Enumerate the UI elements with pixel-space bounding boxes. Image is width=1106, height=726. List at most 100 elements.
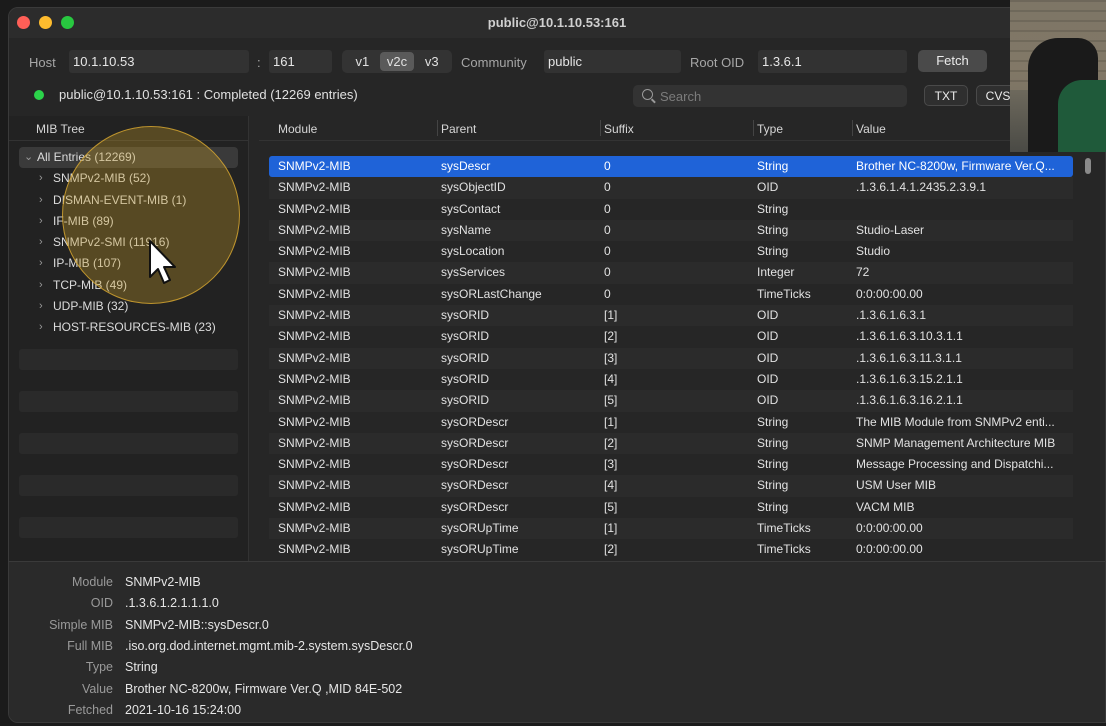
table-row[interactable]: SNMPv2-MIB sysORUpTime [1] TimeTicks 0:0:00:… [269,518,1073,540]
table-row[interactable]: SNMPv2-MIB sysServices 0 Integer 72 [269,262,1073,284]
column-value[interactable]: Value [856,122,886,136]
cell-parent: sysORDescr [441,478,509,493]
table-row[interactable]: SNMPv2-MIB sysDescr 0 String Brother NC-8200… [269,156,1073,178]
tree-item[interactable]: › HOST-RESOURCES-MIB (23) [19,317,238,338]
cell-value: Message Processing and Dispatchi... [856,457,1054,472]
tree-item[interactable]: › IP-MIB (107) [19,253,238,274]
tree-item[interactable]: › SNMPv2-MIB (52) [19,168,238,189]
root-oid-field[interactable]: 1.3.6.1 [758,50,907,73]
tree-item[interactable]: › DISMAN-EVENT-MIB (1) [19,190,238,211]
version-v1[interactable]: v1 [345,52,380,71]
table-row[interactable]: SNMPv2-MIB sysORDescr [4] String USM User MI… [269,475,1073,497]
chevron-right-icon[interactable]: › [39,211,43,232]
table-row[interactable]: SNMPv2-MIB sysORID [1] OID .1.3.6.1.6.3.1 [269,305,1073,327]
table-row[interactable]: SNMPv2-MIB sysLocation 0 String Studio [269,241,1073,262]
table-row[interactable]: SNMPv2-MIB sysORUpTime [2] TimeTicks 0:0:00:… [269,539,1073,560]
fetch-button[interactable]: Fetch [918,50,987,72]
table-row[interactable]: SNMPv2-MIB sysORLastChange 0 TimeTicks 0:0:0… [269,284,1073,305]
detail-value[interactable]: 2021-10-16 15:24:00 [125,703,241,717]
export-txt-button[interactable]: TXT [924,85,968,106]
tree-item[interactable]: › UDP-MIB (32) [19,296,238,317]
chevron-right-icon[interactable]: › [39,168,43,189]
column-parent[interactable]: Parent [441,122,476,136]
cell-suffix: [1] [604,308,618,323]
empty-row [19,390,238,412]
table-scrollbar[interactable] [1082,156,1094,561]
column-divider[interactable] [852,120,853,136]
cell-parent: sysORID [441,371,489,386]
community-label: Community [461,55,527,70]
table-row[interactable]: SNMPv2-MIB sysORDescr [5] String VACM MIB [269,497,1073,518]
app-window: public@10.1.10.53:161 Host 10.1.10.53 : … [8,7,1106,723]
cell-type: String [757,478,789,493]
table-row[interactable]: SNMPv2-MIB sysObjectID 0 OID .1.3.6.1.4.1.24… [269,177,1073,199]
tree-item[interactable]: › IF-MIB (89) [19,211,238,232]
community-field[interactable]: public [544,50,681,73]
chevron-right-icon[interactable]: › [39,253,43,274]
empty-rows [9,339,248,538]
version-selector: v1 v2c v3 [342,50,452,73]
cell-parent: sysORDescr [441,435,509,450]
version-v3[interactable]: v3 [414,52,449,71]
detail-value[interactable]: SNMPv2-MIB::sysDescr.0 [125,618,269,632]
cell-parent: sysORDescr [441,499,509,514]
table-row[interactable]: SNMPv2-MIB sysORID [3] OID .1.3.6.1.6.3.11.3… [269,347,1073,369]
root-oid-label: Root OID [690,55,745,70]
detail-row: Fetched 2021-10-16 15:24:00 [9,703,709,721]
detail-row: Full MIB .iso.org.dod.internet.mgmt.mib-2… [9,639,709,657]
search-box[interactable] [633,85,907,107]
detail-key: Fetched [67,702,113,717]
version-v2c[interactable]: v2c [379,52,415,71]
column-divider[interactable] [753,120,754,136]
webcam-overlay [1010,0,1106,152]
table-row[interactable]: SNMPv2-MIB sysORDescr [2] String SNMP Manage… [269,432,1073,455]
detail-key: Full MIB [67,638,113,653]
chevron-right-icon[interactable]: › [39,275,43,296]
chevron-right-icon[interactable]: › [39,296,43,317]
chevron-right-icon[interactable]: › [39,232,43,253]
cell-value: SNMP Management Architecture MIB [856,435,1056,450]
chevron-right-icon[interactable]: › [39,317,43,338]
cell-suffix: [5] [604,499,618,514]
search-input[interactable] [660,85,900,107]
cell-parent: sysLocation [441,244,505,259]
column-divider[interactable] [437,120,438,136]
chevron-right-icon[interactable]: › [39,190,43,211]
detail-value[interactable]: String [125,660,158,674]
column-module[interactable]: Module [278,122,317,136]
scrollbar-thumb[interactable] [1085,158,1091,174]
table-body: SNMPv2-MIB sysDescr 0 String Brother NC-8200… [269,156,1073,561]
cell-type: String [757,244,789,259]
table-row[interactable]: SNMPv2-MIB sysORID [2] OID .1.3.6.1.6.3.10.3… [269,326,1073,347]
column-suffix[interactable]: Suffix [604,122,634,136]
detail-value[interactable]: .iso.org.dod.internet.mgmt.mib-2.system.… [125,639,413,653]
cell-module: SNMPv2-MIB [278,286,351,301]
table-row[interactable]: SNMPv2-MIB sysORID [4] OID .1.3.6.1.6.3.15.2… [269,369,1073,390]
tree-item[interactable]: › SNMPv2-SMI (11916) [19,232,238,253]
detail-value[interactable]: Brother NC-8200w, Firmware Ver.Q ,MID 84… [125,682,402,696]
cell-value: The MIB Module from SNMPv2 enti... [856,414,1055,429]
column-type[interactable]: Type [757,122,783,136]
column-divider[interactable] [600,120,601,136]
table-row[interactable]: SNMPv2-MIB sysORDescr [1] String The MIB Mod… [269,412,1073,433]
cell-parent: sysORDescr [441,457,509,472]
cell-parent: sysORID [441,329,489,344]
table-row[interactable]: SNMPv2-MIB sysName 0 String Studio-Laser [269,219,1073,242]
cell-type: OID [757,350,779,365]
detail-value[interactable]: .1.3.6.1.2.1.1.1.0 [125,596,219,610]
chevron-down-icon[interactable]: ⌄ [24,147,33,168]
cell-type: String [757,457,789,472]
table-row[interactable]: SNMPv2-MIB sysContact 0 String [269,199,1073,220]
cell-value: .1.3.6.1.6.3.16.2.1.1 [856,393,963,408]
tree-root-all-entries[interactable]: ⌄ All Entries (12269) [19,147,238,169]
detail-value[interactable]: SNMPv2-MIB [125,575,201,589]
table-row[interactable]: SNMPv2-MIB sysORDescr [3] String Message Pro… [269,454,1073,475]
tree-item[interactable]: › TCP-MIB (49) [19,275,238,296]
port-field[interactable]: 161 [269,50,332,73]
detail-panel: Module SNMPv2-MIB OID .1.3.6.1.2.1.1.1.0 Sim… [9,561,1105,722]
cell-module: SNMPv2-MIB [278,222,351,237]
host-field[interactable]: 10.1.10.53 [69,50,249,73]
table-row[interactable]: SNMPv2-MIB sysORID [5] OID .1.3.6.1.6.3.16.2… [269,390,1073,412]
cell-module: SNMPv2-MIB [278,414,351,429]
status-text: public@10.1.10.53:161 : Completed (12269… [59,87,358,102]
